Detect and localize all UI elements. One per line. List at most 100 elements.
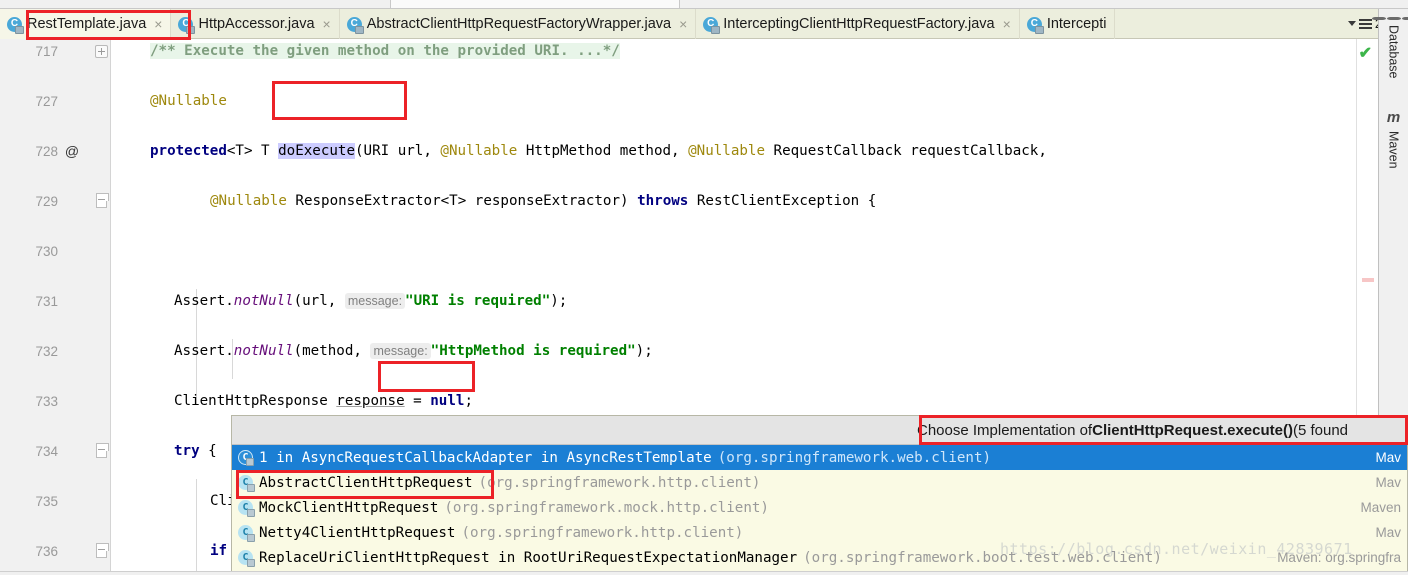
code-text: Assert. (174, 293, 234, 309)
toolbar-strip (0, 0, 1408, 9)
code-text: <T> T (226, 143, 279, 159)
code-line-733[interactable]: 733 ClientHttpResponse response = null; (0, 389, 1322, 414)
fold-collapse-icon[interactable] (96, 193, 109, 208)
code-string: "URI is required" (405, 293, 551, 309)
database-icon (1371, 17, 1408, 20)
fold-collapse-icon[interactable] (96, 543, 109, 558)
editor-tab-interceptingclienthttprequestfactory[interactable]: C InterceptingClientHttpRequestFactory.j… (696, 9, 1020, 39)
line-number: 717 (35, 44, 58, 59)
line-number: 732 (35, 344, 58, 359)
code-method: notNull (233, 293, 294, 309)
line-number: 731 (35, 294, 58, 309)
close-icon[interactable]: × (323, 17, 331, 31)
code-line-727[interactable]: 727 @Nullable (0, 89, 1322, 114)
java-class-icon: C (178, 16, 196, 34)
fold-collapse-icon[interactable] (96, 443, 109, 458)
popup-title-method: ClientHttpRequest.execute() (1092, 421, 1293, 439)
code-text: ); (635, 343, 653, 359)
code-text: (URI url, (355, 143, 441, 159)
line-number: 734 (35, 444, 58, 459)
editor-tab-bar[interactable]: C RestTemplate.java × C HttpAccessor.jav… (0, 9, 1322, 39)
tab-label: InterceptingClientHttpRequestFactory.jav… (723, 15, 995, 32)
code-variable: response (336, 393, 405, 409)
list-item-name: 1 in AsyncRequestCallbackAdapter in Asyn… (259, 449, 712, 466)
line-number: 730 (35, 244, 58, 259)
tab-label: Intercepti (1046, 15, 1107, 32)
tool-window-label: Maven (1386, 130, 1401, 169)
code-text: RequestCallback requestCallback, (765, 143, 1047, 159)
ide-window: C RestTemplate.java × C HttpAccessor.jav… (0, 0, 1408, 575)
editor-tab-resttemplate[interactable]: C RestTemplate.java × (0, 9, 172, 39)
override-gutter-icon[interactable]: @ (62, 139, 82, 164)
code-text: HttpMethod method, (517, 143, 689, 159)
code-line-728[interactable]: 728 @ protected<T> T doExecute(URI url, … (0, 139, 1322, 164)
popup-title: Choose Implementation of ClientHttpReque… (232, 416, 1407, 445)
code-line-729[interactable]: 729 @Nullable ResponseExtractor<T> respo… (0, 189, 1322, 214)
list-item[interactable]: C 1 in AsyncRequestCallbackAdapter in As… (232, 445, 1407, 470)
code-text: (url, (293, 293, 345, 309)
list-item-module: Mav (1375, 525, 1401, 540)
code-text: RestClientException { (688, 193, 877, 209)
editor-tab-abstractclienthttprequestfactorywrapper[interactable]: C AbstractClientHttpRequestFactoryWrappe… (340, 9, 697, 39)
code-text: ClientHttpResponse (174, 393, 337, 409)
tab-list-icon (1358, 18, 1372, 29)
popup-title-prefix: Choose Implementation of (917, 421, 1093, 439)
code-line-717[interactable]: 717 /** Execute the given method on the … (0, 39, 1322, 64)
code-text: @Nullable (150, 93, 227, 109)
code-keyword: if (210, 543, 228, 559)
list-item[interactable]: C MockClientHttpRequest (org.springframe… (232, 495, 1407, 520)
close-icon[interactable]: × (154, 17, 162, 31)
line-number: 735 (35, 494, 58, 509)
line-number: 729 (35, 194, 58, 209)
fold-expand-icon[interactable] (95, 45, 108, 58)
java-class-icon: C (1026, 16, 1044, 34)
popup-title-suffix: (5 found (1292, 421, 1349, 439)
line-number: 727 (35, 94, 58, 109)
code-text: Assert. (174, 343, 234, 359)
list-item-package: (org.springframework.web.client) (717, 449, 992, 466)
code-annotation: @Nullable (440, 143, 518, 159)
code-text: (method, (293, 343, 371, 359)
tool-window-button-database[interactable]: Database (1371, 13, 1408, 79)
list-item-name: ReplaceUriClientHttpRequest in RootUriRe… (259, 549, 798, 566)
code-line-730[interactable]: 730 (0, 239, 1322, 264)
java-class-icon: C (703, 16, 721, 34)
close-icon[interactable]: × (1003, 17, 1011, 31)
code-text: ; (464, 393, 473, 409)
editor-tab-intercepting[interactable]: C Intercepti (1020, 9, 1116, 39)
tool-window-button-maven[interactable]: m Maven (1387, 105, 1401, 169)
list-item-module: Mav (1375, 450, 1401, 465)
code-text: { (199, 443, 217, 459)
editor-tab-httpaccessor[interactable]: C HttpAccessor.java × (171, 9, 340, 39)
toolbar-segment (390, 0, 680, 8)
list-item-name: Netty4ClientHttpRequest (259, 524, 456, 541)
param-hint: message: (344, 293, 406, 309)
list-item[interactable]: C AbstractClientHttpRequest (org.springf… (232, 470, 1407, 495)
line-number: 733 (35, 394, 58, 409)
code-annotation: @Nullable (210, 193, 287, 209)
list-item-module: Mav (1375, 475, 1401, 490)
close-icon[interactable]: × (679, 17, 687, 31)
code-text: ); (550, 293, 568, 309)
code-text: = (404, 393, 431, 409)
list-item-module: Maven (1360, 500, 1401, 515)
code-method: notNull (233, 343, 294, 359)
list-item-package: (org.springframework.http.client) (478, 474, 761, 491)
code-text: ResponseExtractor<T> responseExtractor) (286, 193, 638, 209)
tool-window-label: Database (1386, 25, 1401, 79)
code-line-731[interactable]: 731 Assert.notNull(url, message: "URI is … (0, 289, 1322, 314)
list-item-package: (org.springframework.http.client) (461, 524, 744, 541)
error-marker[interactable] (1362, 278, 1374, 282)
list-item-name: MockClientHttpRequest (259, 499, 439, 516)
list-item-package: (org.springframework.mock.http.client) (444, 499, 769, 516)
tab-label: AbstractClientHttpRequestFactoryWrapper.… (366, 15, 672, 32)
code-text: /** Execute the given method on the prov… (150, 43, 620, 59)
code-line-732[interactable]: 732 Assert.notNull(method, message: "Http… (0, 339, 1322, 364)
green-check-icon[interactable]: ✔ (1359, 43, 1372, 63)
line-number: 728 (35, 144, 58, 159)
tab-label: RestTemplate.java (27, 15, 147, 32)
line-number: 736 (35, 544, 58, 559)
param-hint: message: (370, 343, 431, 359)
chevron-down-icon (1347, 21, 1356, 26)
code-identifier-doexecute: doExecute (278, 143, 355, 159)
